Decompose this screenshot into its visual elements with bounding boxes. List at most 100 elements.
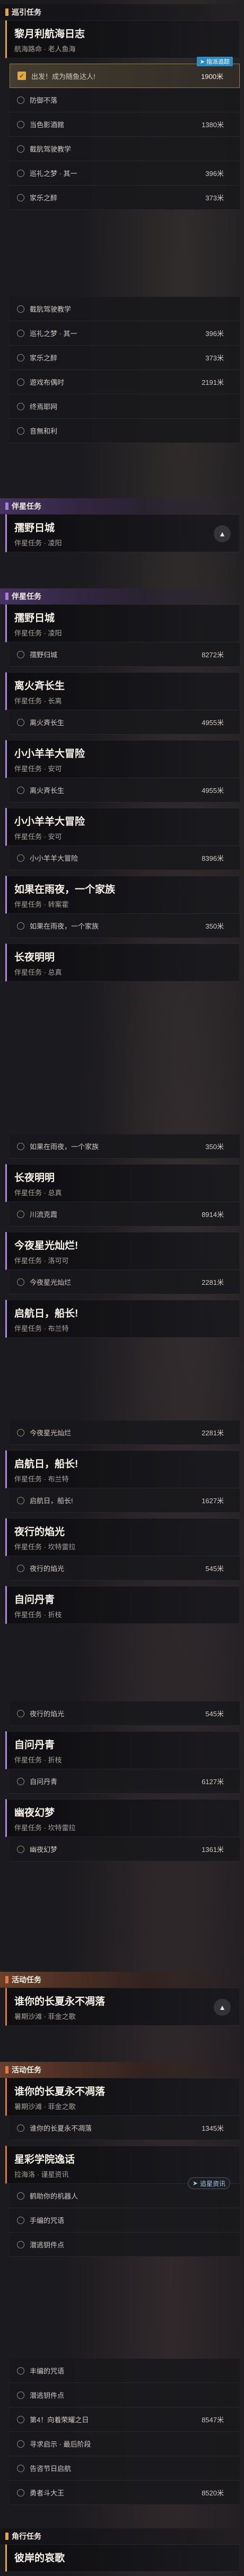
list-item[interactable]: 小小羊羊大冒险 8396米 — [10, 846, 240, 870]
step-label: 潜逃钥件点 — [30, 2392, 65, 2399]
step-distance: 396米 — [205, 170, 224, 178]
circle-icon — [17, 2489, 24, 2496]
list-item[interactable]: 潜逃钥件点 — [10, 2383, 240, 2407]
list-item[interactable]: 潜逃钥件点 — [10, 2233, 240, 2257]
collapse-arrow-icon[interactable]: ▲ — [214, 1999, 231, 2016]
quest-card[interactable]: 启航日，船长! 伴星任务 · 布兰特 — [5, 1300, 240, 1338]
list-item[interactable]: 告咨节日启航 — [10, 2456, 240, 2481]
quest-card[interactable]: 今夜星光灿烂! 伴星任务 · 洛可可 — [5, 1232, 240, 1270]
list-item[interactable]: 音無和利 — [10, 419, 240, 443]
quest-card[interactable]: 孺野日城 伴星任务 · 凌阳 — [5, 604, 240, 642]
collapse-arrow-icon[interactable]: ▲ — [214, 525, 231, 542]
quest-card[interactable]: 谁你的长夏永不凋落 暑期沙滩 · 菲金之歌 — [5, 2078, 240, 2116]
step-label: 丰编的咒语 — [30, 2367, 65, 2375]
circle-icon — [17, 193, 24, 201]
list-item[interactable]: 手编的咒语 — [10, 2208, 240, 2233]
section-header-adventure[interactable]: 角行任务 — [0, 2528, 244, 2544]
circle-icon — [17, 2415, 24, 2423]
step-label: 如果在雨夜，一个家族 — [30, 922, 99, 930]
orange-marker-icon — [5, 1976, 8, 1983]
list-item[interactable]: 遊戏布偶时 2191米 — [10, 370, 240, 394]
list-item[interactable]: 防御不落 — [10, 88, 240, 112]
companion-list-continued-3: 夜行的焰光 545米 自问丹青 伴星任务 · 折枝 自问丹青 6127米 幽夜幻梦 … — [0, 1701, 244, 1862]
list-item[interactable]: 今夜星光灿烂 2281米 — [10, 1270, 240, 1294]
list-item[interactable]: 当色影酒館 1380米 — [10, 112, 240, 137]
list-item[interactable]: 幽夜幻梦 1361米 — [10, 1837, 240, 1862]
quest-title: 今夜星光灿烂! — [14, 1240, 79, 1251]
quest-subtitle: 伴星任务 · 布兰特 — [14, 1325, 69, 1333]
adventure-section: 角行任务 彼岸的哀歌 — [0, 2528, 244, 2572]
quest-card[interactable]: 自问丹青 伴星任务 · 折枝 — [5, 1731, 240, 1769]
list-item[interactable]: 家乐之醉 373米 — [10, 346, 240, 370]
list-item[interactable]: 夜行的焰光 545米 — [10, 1556, 240, 1581]
quest-subtitle: 伴星任务 · 凌阳 — [14, 539, 62, 547]
section-header-event[interactable]: 活动任务 — [0, 1972, 244, 1988]
list-item[interactable]: 自问丹青 6127米 — [10, 1769, 240, 1794]
section-header-event[interactable]: 活动任务 — [0, 2062, 244, 2078]
step-distance: 8914米 — [202, 1211, 224, 1219]
quest-title: 小小羊羊大冒险 — [14, 748, 85, 760]
list-item[interactable]: 离火斉长生 4955米 — [10, 778, 240, 802]
quest-card[interactable]: 启航日，船长! 伴星任务 · 布兰特 — [5, 1450, 240, 1488]
quest-title: 自问丹青 — [14, 1740, 55, 1751]
circle-icon — [17, 854, 24, 862]
quest-subtitle: 伴星任务 · 坎特雷拉 — [14, 1824, 76, 1832]
tracking-badge[interactable]: ➤ 指派追踪 — [196, 57, 233, 66]
circle-icon — [17, 378, 24, 386]
quest-card[interactable]: 孺野日城 伴星任务 · 凌阳 ▲ — [5, 514, 240, 552]
circle-icon — [17, 1428, 24, 1436]
list-item[interactable]: 截肮驾驶教学 — [10, 137, 240, 161]
list-item[interactable]: 如果在雨夜，一个家族 350米 — [10, 914, 240, 938]
list-item[interactable]: 今夜星光灿烂 2281米 — [10, 1421, 240, 1445]
list-item[interactable]: 巡礼之梦 · 其一 396米 — [10, 161, 240, 186]
list-item[interactable]: 终焉耶网 — [10, 394, 240, 419]
list-item[interactable]: 谁你的长夏永不凋落 1345米 — [10, 2116, 240, 2140]
quest-title: 如果在雨夜，一个家族 — [14, 884, 116, 895]
section-header-daily[interactable]: 巡引任务 — [0, 4, 244, 20]
step-label: 告咨节日启航 — [30, 2465, 72, 2473]
list-item[interactable]: 夜行的焰光 545米 — [10, 1701, 240, 1726]
circle-icon — [17, 329, 24, 337]
quest-card[interactable]: 小小羊羊大冒险 伴星任务 · 安可 — [5, 740, 240, 778]
tracking-badge[interactable]: ➤ 追星资讯 — [187, 2177, 230, 2189]
quest-card[interactable]: 长夜明明 伴星任务 · 总真 — [5, 1164, 240, 1202]
list-item[interactable]: 第4！向着荣耀之日 8547米 — [10, 2407, 240, 2432]
list-item[interactable]: 鹤助你的机器人 ➤ 追星资讯 — [10, 2177, 240, 2208]
quest-card[interactable]: 夜行的焰光 伴星任务 · 坎特雷拉 — [5, 1518, 240, 1556]
list-item[interactable]: 孺野归城 8272米 — [10, 642, 240, 667]
section-header-companion[interactable]: 伴星任务 — [0, 588, 244, 604]
quest-card[interactable]: 小小羊羊大冒险 伴星任务 · 安可 — [5, 808, 240, 846]
quest-title: 离火斉长生 — [14, 681, 65, 692]
circle-icon — [17, 2440, 24, 2448]
list-item[interactable]: 丰编的咒语 — [10, 2359, 240, 2383]
circle-icon — [17, 96, 24, 104]
list-item[interactable]: 川流克霞 8914米 — [10, 1202, 240, 1227]
quest-card[interactable]: 谁你的长夏永不凋落 暑期沙滩 · 菲金之歌 ▲ — [5, 1988, 240, 2026]
list-item[interactable]: 离火斉长生 4955米 — [10, 710, 240, 735]
section-header-companion[interactable]: 伴星任务 — [0, 498, 244, 514]
step-label: 小小羊羊大冒险 — [30, 854, 79, 862]
step-label: 遊戏布偶时 — [30, 378, 65, 386]
circle-icon — [17, 1777, 24, 1785]
quest-card[interactable]: 幽夜幻梦 伴星任务 · 坎特雷拉 — [5, 1799, 240, 1837]
quest-card[interactable]: 彼岸的哀歌 — [5, 2544, 240, 2572]
quest-card[interactable]: 黎月利航海日志 航海路命 · 老人鱼海 — [5, 20, 240, 58]
quest-card[interactable]: 自问丹青 伴星任务 · 折枝 — [5, 1586, 240, 1624]
quest-step-current[interactable]: ✓ 出发！成为随鱼达人! ➤ 指派追踪 1900米 — [10, 57, 240, 88]
list-item[interactable]: 巡礼之梦 · 其一 396米 — [10, 321, 240, 346]
list-item[interactable]: 截肮驾驶教学 — [10, 297, 240, 321]
step-distance: 396米 — [205, 330, 224, 338]
quest-card[interactable]: 长夜明明 伴星任务 · 总真 — [5, 943, 240, 982]
quest-card[interactable]: 如果在雨夜，一个家族 伴星任务 · 转案霍 — [5, 876, 240, 914]
quest-card[interactable]: 离火斉长生 伴星任务 · 长离 — [5, 672, 240, 710]
companion-list-continued: 如果在雨夜，一个家族 350米 长夜明明 伴星任务 · 总真 川流克霞 8914米 … — [0, 1134, 244, 1338]
step-distance: 373米 — [205, 354, 224, 362]
list-item[interactable]: 寻求启示 · 最后阶段 — [10, 2432, 240, 2456]
list-item[interactable]: 勇者斗大王 8520米 — [10, 2481, 240, 2505]
quest-subtitle: 航海路命 · 老人鱼海 — [14, 45, 76, 53]
list-item[interactable]: 启航日，船长! 1627米 — [10, 1488, 240, 1513]
gold-marker-icon — [5, 8, 8, 16]
list-item[interactable]: 家乐之醉 373米 — [10, 186, 240, 210]
step-label: 离火斉长生 — [30, 787, 65, 795]
list-item[interactable]: 如果在雨夜，一个家族 350米 — [10, 1134, 240, 1159]
